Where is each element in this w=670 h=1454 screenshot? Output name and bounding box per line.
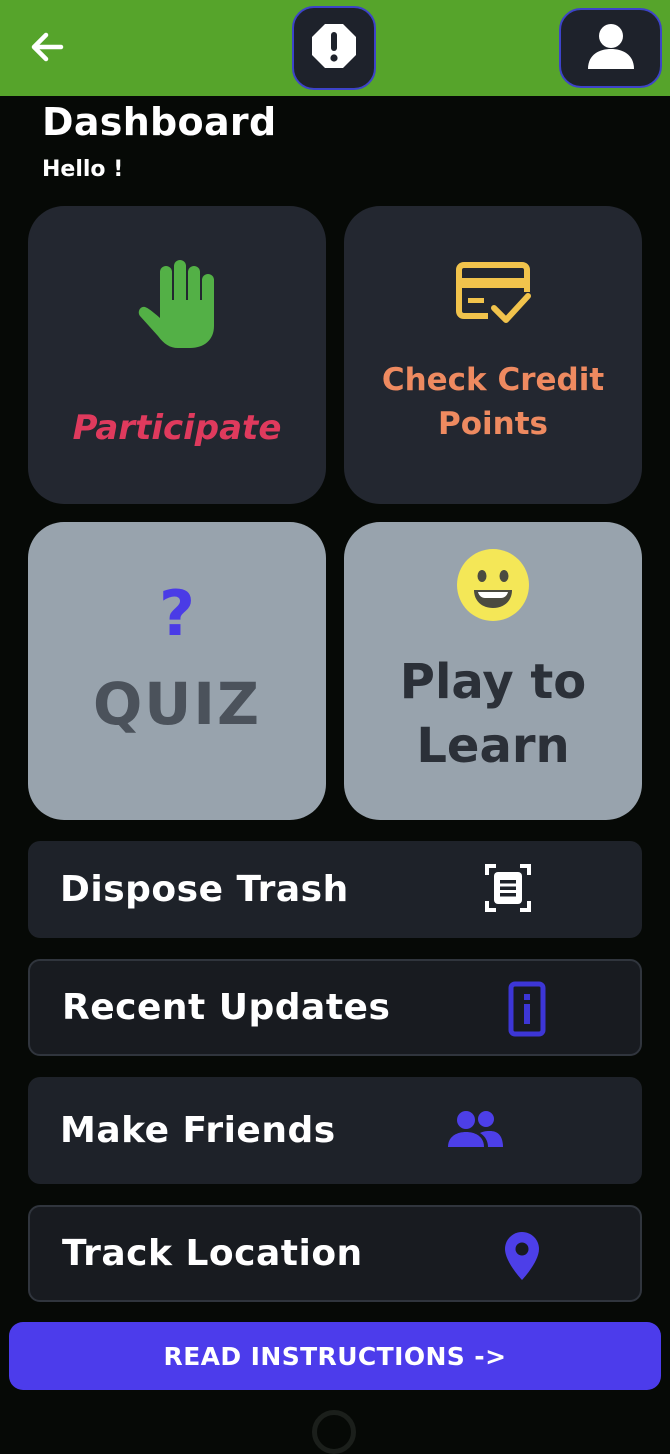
make-friends-label: Make Friends [60, 1110, 336, 1151]
play-to-learn-label: Play to Learn [344, 650, 642, 778]
scan-document-icon [484, 863, 532, 913]
check-credit-points-tile[interactable]: Check Credit Points [344, 206, 642, 504]
report-alert-button[interactable] [292, 6, 376, 90]
check-credit-points-label: Check Credit Points [354, 358, 632, 446]
recent-updates-row[interactable]: Recent Updates [28, 959, 642, 1056]
octagon-alert-icon [310, 22, 358, 74]
check-credit-points-label-line1: Check Credit [381, 362, 605, 398]
quiz-label: QUIZ [92, 670, 262, 738]
check-credit-points-label-line2: Points [438, 406, 548, 442]
profile-button[interactable] [559, 8, 662, 88]
top-app-bar [0, 0, 670, 96]
arrow-left-icon [27, 27, 67, 71]
read-instructions-button[interactable]: READ INSTRUCTIONS -> [9, 1322, 661, 1390]
participate-tile[interactable]: Participate [28, 206, 326, 504]
page-title: Dashboard [42, 100, 277, 144]
question-mark-icon: ? [159, 577, 195, 650]
make-friends-row[interactable]: Make Friends [28, 1077, 642, 1184]
people-icon [446, 1109, 504, 1149]
dispose-trash-row[interactable]: Dispose Trash [28, 841, 642, 938]
play-to-learn-label-line1: Play to [399, 654, 587, 710]
info-phone-icon [508, 981, 546, 1037]
location-pin-icon [504, 1231, 540, 1281]
track-location-label: Track Location [62, 1233, 363, 1274]
track-location-row[interactable]: Track Location [28, 1205, 642, 1302]
participate-label: Participate [72, 408, 282, 448]
user-icon [586, 21, 636, 75]
smiley-face-icon [456, 548, 530, 626]
recent-updates-label: Recent Updates [62, 987, 391, 1028]
raised-hand-icon [136, 260, 218, 354]
greeting-text: Hello ! [42, 157, 124, 182]
back-button[interactable] [24, 26, 70, 72]
dispose-trash-label: Dispose Trash [60, 869, 349, 910]
credit-card-check-icon [456, 262, 532, 332]
play-to-learn-label-line2: Learn [416, 718, 570, 774]
play-to-learn-tile[interactable]: Play to Learn [344, 522, 642, 820]
bottom-nav-peek [312, 1410, 356, 1454]
quiz-tile[interactable]: ? QUIZ [28, 522, 326, 820]
